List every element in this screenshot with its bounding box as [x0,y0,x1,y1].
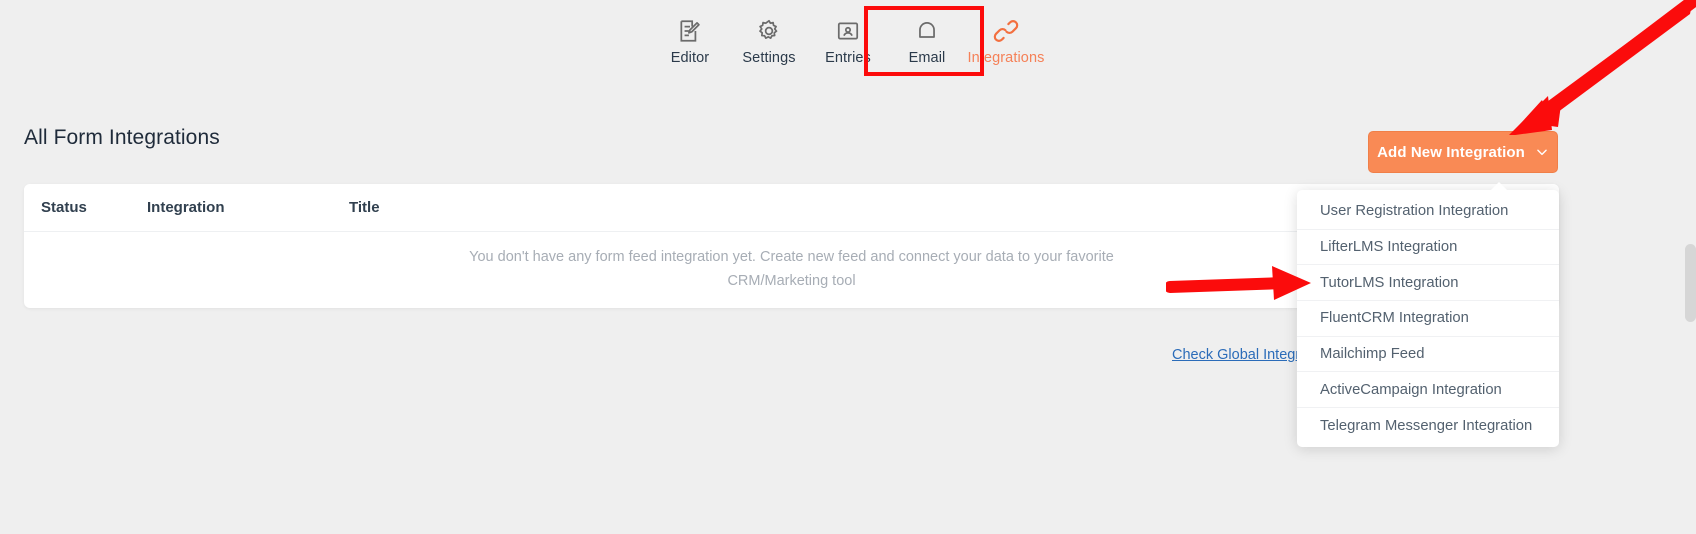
dropdown-item-lifterlms[interactable]: LifterLMS Integration [1297,230,1559,266]
dropdown-item-tutorlms[interactable]: TutorLMS Integration [1297,265,1559,302]
dropdown-item-telegram-messenger[interactable]: Telegram Messenger Integration [1297,408,1559,444]
tab-entries[interactable]: Entries [809,12,888,74]
tab-integrations[interactable]: Integrations [967,12,1046,74]
dropdown-item-fluentcrm[interactable]: FluentCRM Integration [1297,301,1559,337]
page-title: All Form Integrations [24,126,220,149]
chevron-down-icon [1535,145,1549,159]
form-tabs-nav: Editor Settings Entries Email Integratio… [0,0,1696,82]
add-new-integration-dropdown: User Registration Integration LifterLMS … [1297,182,1559,447]
tab-entries-label: Entries [825,50,871,66]
gear-icon [756,18,782,44]
bell-icon [914,18,940,44]
tab-settings-label: Settings [742,50,796,66]
editor-icon [677,18,703,44]
tab-editor[interactable]: Editor [651,12,730,74]
add-new-integration-label: Add New Integration [1377,143,1525,161]
add-new-integration-button[interactable]: Add New Integration [1368,131,1558,173]
column-header-status: Status [41,199,87,216]
tab-integrations-label: Integrations [967,50,1045,66]
entries-icon [835,18,861,44]
page-scrollbar[interactable] [1685,244,1696,322]
dropdown-item-activecampaign[interactable]: ActiveCampaign Integration [1297,372,1559,409]
tab-email-label: Email [908,50,946,66]
column-header-title: Title [349,199,380,216]
empty-state-message: You don't have any form feed integration… [469,249,1114,289]
tab-email[interactable]: Email [888,12,967,74]
tab-editor-label: Editor [670,50,710,66]
link-chain-icon [993,18,1019,44]
column-header-integration: Integration [147,199,225,216]
dropdown-item-user-registration[interactable]: User Registration Integration [1297,194,1559,230]
tab-settings[interactable]: Settings [730,12,809,74]
nav-items: Editor Settings Entries Email Integratio… [651,0,1046,74]
dropdown-item-mailchimp-feed[interactable]: Mailchimp Feed [1297,337,1559,373]
